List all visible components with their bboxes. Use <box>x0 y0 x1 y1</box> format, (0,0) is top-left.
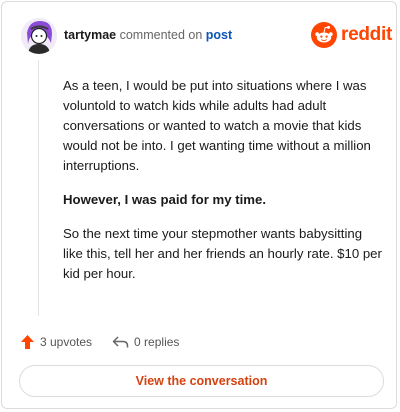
upvote-arrow-icon <box>21 335 34 349</box>
upvotes-button[interactable]: 3 upvotes <box>20 334 92 350</box>
reply-arrow-icon <box>112 336 129 348</box>
post-link[interactable]: post <box>206 28 232 42</box>
comment-paragraph-bold: However, I was paid for my time. <box>63 192 267 207</box>
thread-line <box>38 60 39 316</box>
avatar[interactable] <box>21 18 57 54</box>
comment-header: tartymae commented on post <box>64 28 232 42</box>
reddit-logo-icon <box>311 22 337 48</box>
replies-count: 0 replies <box>134 335 180 349</box>
avatar-figure-icon <box>21 18 57 54</box>
view-conversation-button[interactable]: View the conversation <box>19 365 384 397</box>
comment-actions: 3 upvotes 0 replies <box>20 332 179 352</box>
comment-paragraph: So the next time your stepmother wants b… <box>63 226 382 281</box>
comment-body: As a teen, I would be put into situation… <box>63 76 383 298</box>
header-action-text: commented on <box>119 28 203 42</box>
reddit-brand[interactable]: reddit <box>311 22 392 48</box>
replies-button[interactable]: 0 replies <box>112 335 179 349</box>
username-link[interactable]: tartymae <box>64 28 116 42</box>
upvotes-count: 3 upvotes <box>40 335 93 349</box>
reddit-wordmark: reddit <box>341 24 392 45</box>
comment-card: tartymae commented on post reddit As a t… <box>1 1 397 409</box>
comment-paragraph: As a teen, I would be put into situation… <box>63 78 371 173</box>
